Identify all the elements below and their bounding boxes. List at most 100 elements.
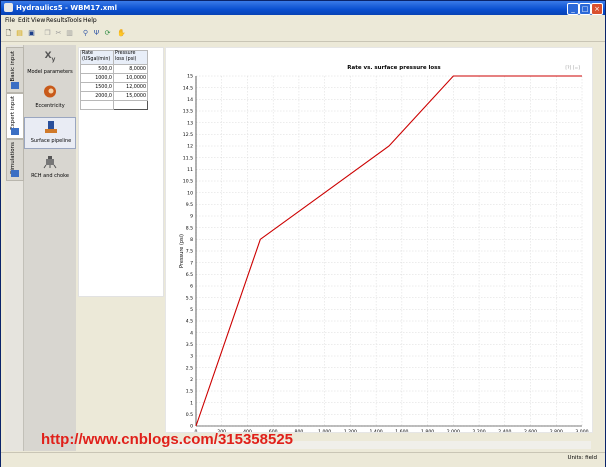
menu-bar: File Edit View Results Tools Help [1,16,605,26]
tab-basic-input[interactable]: Basic input [6,47,24,93]
table-row-new [80,100,148,110]
panel-item-label: Model parameters [27,69,73,75]
x-tick-label: 1 000 [318,429,331,432]
data-grid-area: Rate (USgal/min) Pressure loss (psi) 500… [78,47,164,297]
grid-cell[interactable]: 8,0000 [113,64,148,74]
y-tick-label: 3.5 [186,342,193,348]
y-tick-label: 11 [187,167,193,173]
tab-expert-input[interactable]: Expert input [6,93,24,139]
copy-icon[interactable]: ❐ [43,29,52,38]
choke-icon [43,155,57,169]
chart-grid [195,75,583,427]
xy-icon: Xy [44,51,56,63]
y-tick-label: 10 [187,190,193,196]
y-tick-label: 6.5 [186,272,193,278]
side-tab-strip: Basic input Expert input Simulations [5,45,24,451]
save-icon[interactable]: ▣ [27,29,36,38]
y-tick-label: 14.5 [183,85,193,91]
x-tick-label: 2 400 [498,429,511,432]
simulations-icon [11,170,19,177]
eccentricity-icon [43,85,57,98]
toolbar: 🗋 ▤ ▣ ❐ ✂ ▥ ⚲ Ψ ⟳ ✋ [1,27,605,42]
chart-title: Rate vs. surface pressure loss [347,65,441,71]
menu-help[interactable]: Help [83,17,97,25]
y-tick-label: 7.5 [186,249,193,255]
y-tick-label: 0.5 [186,412,193,418]
chart-corner-label[interactable]: [?] [=] [565,65,580,71]
refresh-icon[interactable]: ⟳ [103,29,112,38]
y-tick-label: 9.5 [186,202,193,208]
y-tick-label: 8 [190,237,193,243]
y-tick-label: 2 [190,377,193,383]
table-row: 2000,0 15,0000 [80,91,148,101]
y-tick-label: 1.5 [186,389,193,395]
window-title: Hydraulics5 - WBM17.xml [16,4,117,12]
y-tick-label: 15 [187,74,193,80]
pressure-loss-chart: 00.511.522.533.544.555.566.577.588.599.5… [179,65,589,435]
maximize-button[interactable]: □ [579,3,591,15]
grid-cell[interactable]: 12,0000 [113,82,148,92]
y-tick-label: 13 [187,120,193,126]
new-icon[interactable]: 🗋 [4,29,13,38]
grid-cell[interactable]: 1000,0 [80,73,114,83]
grid-header-pressure[interactable]: Pressure loss (psi) [113,50,148,65]
tab-expert-input-label: Expert input [10,96,16,130]
input-category-panel: Xy Model parameters Eccentricity Surface… [24,45,76,451]
x-tick-label: 2 600 [524,429,537,432]
menu-edit[interactable]: Edit [18,17,30,25]
y-tick-label: 11.5 [183,155,193,161]
y-axis-label: Pressure (psi) [179,234,185,268]
y-tick-label: 14 [187,97,193,103]
panel-item-label: Eccentricity [35,103,65,109]
close-button[interactable]: × [591,3,603,15]
panel-item-label: Surface pipeline [30,138,72,144]
menu-view[interactable]: View [31,17,45,25]
grid-cell[interactable]: 1500,0 [80,82,114,92]
tab-simulations[interactable]: Simulations [6,139,24,181]
x-tick-label: 2 000 [447,429,460,432]
tab-basic-input-label: Basic input [10,51,16,82]
y-tick-label: 12 [187,144,193,150]
x-tick-label: 800 [295,429,304,432]
menu-results[interactable]: Results [46,17,68,25]
grid-cell[interactable]: 2000,0 [80,91,114,101]
y-tick-label: 5 [190,307,193,313]
open-icon[interactable]: ▤ [15,29,24,38]
y-tick-label: 13.5 [183,109,193,115]
table-row: 500,0 8,0000 [80,64,148,74]
grid-cell[interactable]: 500,0 [80,64,114,74]
y-tick-label: 0 [190,424,193,430]
grid-cell[interactable]: 15,0000 [113,91,148,101]
panel-item-model-parameters[interactable]: Xy Model parameters [24,49,76,79]
panel-item-label: RCH and choke [31,173,69,179]
watermark-text: http://www.cnblogs.com/315358525 [41,431,294,448]
x-tick-label: 2 200 [472,429,485,432]
grid-cell-empty[interactable] [113,100,148,110]
menu-file[interactable]: File [5,17,15,25]
y-tick-label: 9 [190,214,193,220]
rate-pressure-grid: Rate (USgal/min) Pressure loss (psi) 500… [80,50,148,110]
menu-tools[interactable]: Tools [67,17,82,25]
hand-icon[interactable]: ✋ [117,29,126,38]
grid-header-rate[interactable]: Rate (USgal/min) [80,50,114,65]
cut-icon[interactable]: ✂ [54,29,63,38]
y-tick-label: 4 [190,330,193,336]
paste-icon[interactable]: ▥ [65,29,74,38]
expert-input-icon [11,128,19,135]
basic-input-icon [11,82,19,89]
y-tick-label: 10.5 [183,179,193,185]
panel-item-rch-and-choke[interactable]: RCH and choke [24,153,76,183]
panel-item-surface-pipeline[interactable]: Surface pipeline [24,117,76,149]
minimize-button[interactable]: _ [567,3,579,15]
main-window: Hydraulics5 - WBM17.xml _ □ × File Edit … [0,0,606,467]
panel-item-eccentricity[interactable]: Eccentricity [24,83,76,113]
chart-icon[interactable]: Ψ [92,29,101,38]
x-tick-label: 1 400 [370,429,383,432]
grid-cell[interactable]: 10,0000 [113,73,148,83]
grid-cell-empty[interactable] [80,100,114,110]
pipeline-icon [44,120,58,133]
y-tick-label: 1 [190,400,193,406]
title-bar: Hydraulics5 - WBM17.xml _ □ × [1,1,605,15]
filter-icon[interactable]: ⚲ [81,29,90,38]
x-tick-label: 1 800 [421,429,434,432]
